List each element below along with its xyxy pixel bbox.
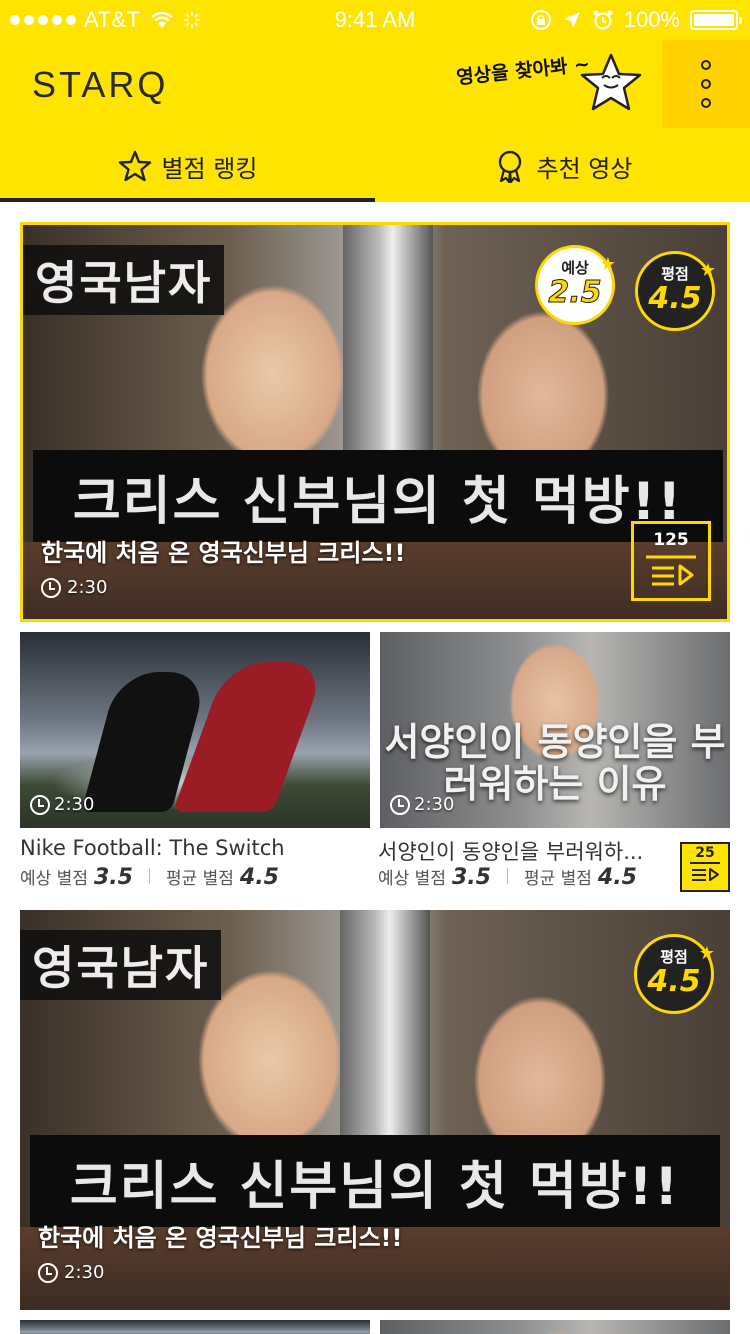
alarm-icon <box>593 10 613 30</box>
location-icon <box>563 12 580 28</box>
star-mascot-icon[interactable] <box>578 52 644 114</box>
divider <box>148 868 150 884</box>
more-menu-button[interactable] <box>662 40 750 128</box>
expected-label: 예상 별점 <box>378 869 446 889</box>
expected-rating-badge: 예상 2.5 ★ <box>535 245 616 325</box>
thumbnail-caption: 크리스 신부님의 첫 먹방!! <box>30 1135 720 1227</box>
average-label: 평균 별점 <box>165 869 234 889</box>
video-title[interactable]: 서양인이 동양인을 부러워하... <box>378 836 643 866</box>
star-icon: ★ <box>698 943 715 964</box>
search-hint[interactable]: 영상을 찾아봐 ~ <box>455 49 591 90</box>
divider <box>506 868 508 884</box>
duration-text: 2:30 <box>54 794 95 815</box>
video-card[interactable] <box>20 1320 370 1334</box>
video-duration: 2:30 <box>41 577 107 598</box>
medal-icon <box>498 150 521 183</box>
rotation-lock-icon <box>530 10 551 30</box>
video-card[interactable]: 서양인이 동양인을 부러워하는 이유 2:30 <box>380 632 730 828</box>
video-title[interactable]: 한국에 처음 온 영국신부님 크리스!! <box>41 533 405 568</box>
video-list[interactable]: 영국남자 크리스 신부님의 첫 먹방!! 예상 2.5 ★ 평점 4.5 ★ 한… <box>0 202 750 1334</box>
video-ratings: 예상 별점 3.5 평균 별점 4.5 <box>20 864 279 890</box>
thumbnail-top-text: 영국남자 <box>20 930 222 1000</box>
video-card[interactable] <box>380 1320 730 1334</box>
star-icon: ★ <box>599 254 616 275</box>
clock-icon <box>38 1262 58 1283</box>
expected-value: 3.5 <box>451 865 491 890</box>
video-ratings: 예상 별점 3.5 평균 별점 4.5 <box>378 864 637 890</box>
playlist-count-button[interactable]: 125 <box>631 521 711 601</box>
video-title[interactable]: 한국에 처음 온 영국신부님 크리스!! <box>38 1218 402 1253</box>
average-rating-badge: 평점 4.5 ★ <box>634 934 715 1014</box>
average-value: 4.5 <box>239 865 279 890</box>
badge-value: 4.5 <box>648 281 702 316</box>
badge-label: 예상 <box>561 259 589 277</box>
video-title[interactable]: Nike Football: The Switch <box>20 836 285 860</box>
video-duration: 2:30 <box>390 794 454 815</box>
status-bar: AT&T 9:41 AM 100% <box>0 0 750 40</box>
thumbnail-top-text: 영국남자 <box>23 245 225 315</box>
badge-value: 2.5 <box>548 275 602 310</box>
clock-icon <box>30 794 50 815</box>
clock-icon <box>41 577 61 598</box>
expected-label: 예상 별점 <box>20 869 88 889</box>
dot-icon <box>701 60 711 70</box>
duration-text: 2:30 <box>414 794 455 815</box>
app-bar: STARQ 영상을 찾아봐 ~ <box>0 40 750 130</box>
thumbnail-caption: 크리스 신부님의 첫 먹방!! <box>33 450 723 542</box>
dot-icon <box>701 79 711 89</box>
playlist-icon <box>690 862 720 882</box>
playlist-count: 125 <box>653 530 689 550</box>
video-thumbnail <box>380 1320 730 1334</box>
star-icon <box>118 150 151 182</box>
video-card[interactable]: 2:30 <box>20 632 370 828</box>
clock-icon <box>390 794 410 815</box>
badge-label: 평점 <box>660 948 688 966</box>
star-icon: ★ <box>699 260 716 281</box>
featured-video-card[interactable]: 영국남자 크리스 신부님의 첫 먹방!! 평점 4.5 ★ 한국에 처음 온 영… <box>20 910 730 1310</box>
video-duration: 2:30 <box>38 1262 104 1283</box>
dot-icon <box>701 98 711 108</box>
playlist-count-button[interactable]: 25 <box>680 842 730 892</box>
app-logo[interactable]: STARQ <box>32 64 168 106</box>
duration-text: 2:30 <box>64 1262 105 1283</box>
tab-label: 별점 랭킹 <box>161 154 258 183</box>
tab-recommended[interactable]: 추천 영상 <box>375 130 750 202</box>
average-label: 평균 별점 <box>523 869 592 889</box>
badge-label: 평점 <box>661 265 689 283</box>
tab-label: 추천 영상 <box>536 154 633 183</box>
playlist-icon <box>646 555 696 586</box>
average-value: 4.5 <box>597 865 637 890</box>
tab-star-ranking[interactable]: 별점 랭킹 <box>0 130 375 202</box>
duration-text: 2:30 <box>67 577 108 598</box>
video-duration: 2:30 <box>30 794 94 815</box>
video-thumbnail <box>20 1320 370 1334</box>
badge-value: 4.5 <box>647 964 701 999</box>
playlist-count: 25 <box>695 845 715 861</box>
average-rating-badge: 평점 4.5 ★ <box>635 251 716 331</box>
tab-bar: 별점 랭킹 추천 영상 <box>0 130 750 202</box>
battery-percent: 100% <box>623 7 680 32</box>
expected-value: 3.5 <box>93 865 133 890</box>
featured-video-card[interactable]: 영국남자 크리스 신부님의 첫 먹방!! 예상 2.5 ★ 평점 4.5 ★ 한… <box>20 222 730 622</box>
battery-icon <box>690 10 742 30</box>
status-right: 100% <box>530 7 742 33</box>
